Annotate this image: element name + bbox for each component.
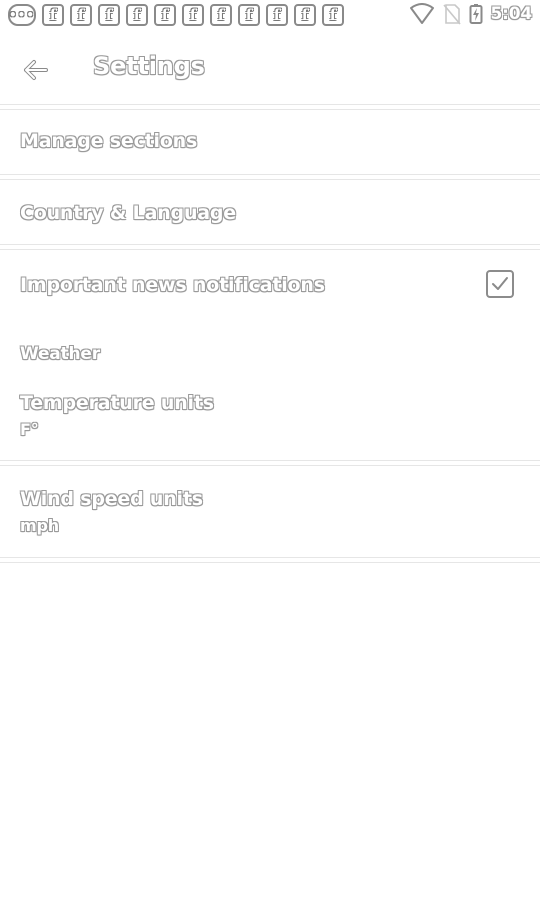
message-icon: ••• — [8, 4, 36, 26]
manage-sections-item[interactable]: Manage sections — [0, 110, 540, 174]
facebook-icon: f — [126, 4, 148, 26]
battery-charging-icon — [469, 4, 483, 24]
wind-speed-units-label: Wind speed units — [20, 488, 203, 510]
country-language-label: Country & Language — [20, 202, 236, 224]
facebook-icon: f — [266, 4, 288, 26]
facebook-icon: f — [98, 4, 120, 26]
temperature-units-value: F° — [20, 420, 39, 439]
facebook-icon: f — [182, 4, 204, 26]
facebook-icon: f — [238, 4, 260, 26]
weather-section-header: Weather — [20, 344, 100, 364]
page-title: Settings — [93, 52, 205, 80]
divider — [0, 557, 540, 563]
important-news-item[interactable]: Important news notifications — [0, 250, 540, 322]
facebook-icon: f — [322, 4, 344, 26]
country-language-item[interactable]: Country & Language — [0, 180, 540, 244]
wifi-icon — [409, 3, 434, 24]
facebook-icon: f — [42, 4, 64, 26]
temperature-units-label: Temperature units — [20, 392, 214, 414]
notification-icons: ••• f f f f f f f f f f f — [8, 4, 344, 26]
facebook-icon: f — [70, 4, 92, 26]
important-news-checkbox[interactable] — [486, 270, 514, 298]
no-sim-icon — [442, 4, 461, 25]
facebook-icon: f — [294, 4, 316, 26]
back-arrow-icon[interactable] — [20, 54, 52, 86]
status-bar: ••• f f f f f f f f f f f 5:04 — [0, 0, 540, 32]
manage-sections-label: Manage sections — [20, 130, 198, 152]
wind-speed-units-value: mph — [20, 516, 59, 535]
checkmark-icon — [492, 277, 508, 290]
important-news-label: Important news notifications — [20, 274, 325, 296]
system-status: 5:04 — [409, 3, 532, 25]
temperature-units-item[interactable]: Temperature units F° — [0, 380, 540, 460]
app-bar: Settings — [0, 32, 540, 106]
clock: 5:04 — [490, 4, 533, 24]
facebook-icon: f — [210, 4, 232, 26]
facebook-icon: f — [154, 4, 176, 26]
wind-speed-units-item[interactable]: Wind speed units mph — [0, 466, 540, 558]
